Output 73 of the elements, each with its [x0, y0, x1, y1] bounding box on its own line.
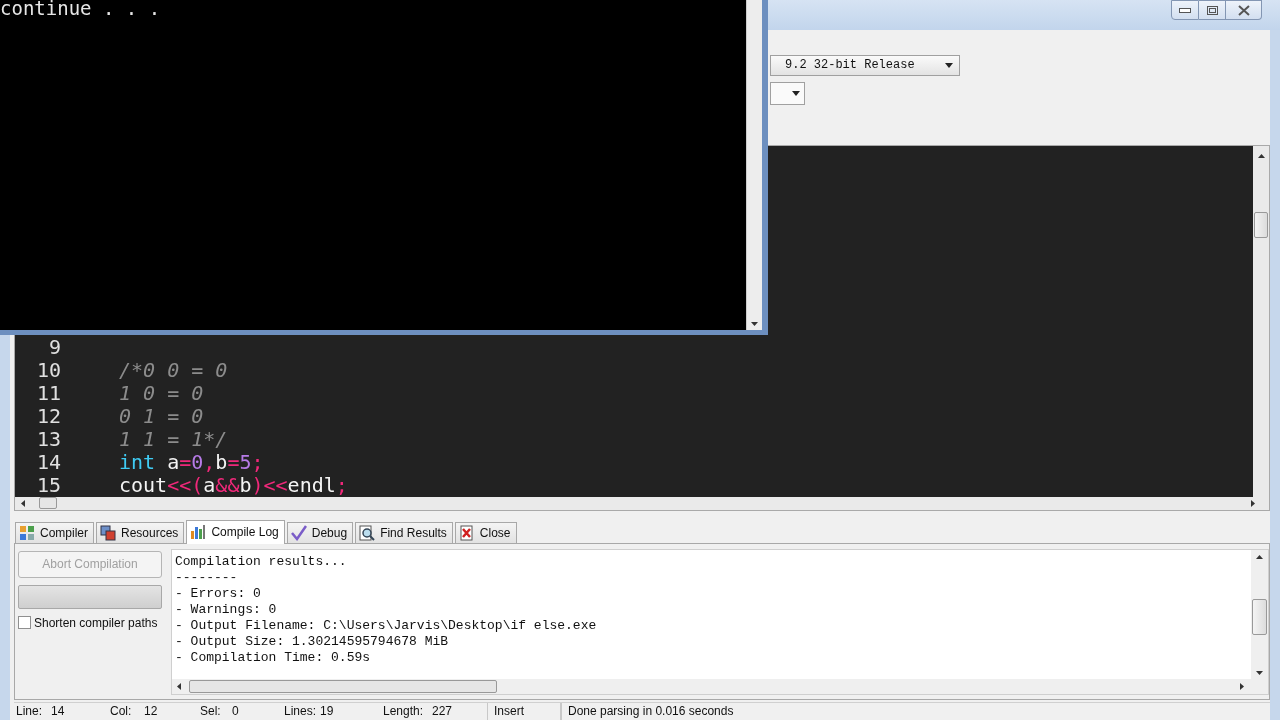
panel-tab[interactable]: Compiler	[15, 521, 94, 543]
panel-tab[interactable]: Resources	[96, 521, 185, 543]
status-value: 19	[320, 704, 334, 719]
down-arrow-icon	[751, 322, 758, 326]
code-line: 1 0 = 0	[119, 381, 204, 405]
status-value: 227	[432, 704, 453, 719]
panel-tab[interactable]: Find Results	[355, 521, 453, 543]
scrollbar[interactable]	[1251, 549, 1268, 679]
scroll-thumb[interactable]	[1254, 211, 1268, 238]
bar-chart-icon	[190, 524, 207, 541]
scrollbar[interactable]	[1253, 145, 1269, 497]
log-line: - Compilation Time: 0.59s	[175, 649, 371, 666]
code-line: 1 1 = 1*/	[119, 427, 228, 451]
code-line: 0 1 = 0	[119, 404, 204, 428]
log-line: --------	[175, 569, 238, 586]
caret-icon	[945, 62, 953, 68]
status-text: Done parsing in 0.016 seconds	[568, 704, 734, 719]
panel-tab[interactable]: Close	[454, 521, 517, 543]
code-line: int a=0,b=5;	[119, 450, 264, 474]
up-arrow-icon	[1257, 153, 1265, 158]
status-label: Line:	[16, 704, 44, 719]
up-arrow-icon	[1256, 554, 1263, 559]
status-label: Lines:	[284, 704, 318, 719]
grid-icon	[19, 524, 35, 541]
status-text: Insert	[494, 704, 524, 719]
status-value: 0	[232, 704, 239, 719]
scroll-thumb[interactable]	[1252, 598, 1267, 635]
line-number: 11	[35, 381, 62, 405]
squares-icon	[100, 524, 116, 541]
caret-icon	[792, 90, 800, 96]
compiler-select[interactable]: 9.2 32-bit Release	[770, 54, 960, 76]
code-line: /*0 0 = 0	[119, 358, 228, 382]
status-value: 12	[144, 704, 158, 719]
log-line: - Warnings: 0	[175, 601, 277, 618]
close-button[interactable]	[1226, 0, 1262, 20]
line-number: 9	[47, 335, 62, 359]
magnifier-icon	[359, 524, 376, 541]
down-arrow-icon	[1256, 670, 1263, 675]
line-number: 13	[35, 427, 62, 451]
close-icon	[1237, 4, 1250, 16]
panel-tab[interactable]: Compile Log	[186, 519, 285, 544]
minimize-button[interactable]	[1171, 0, 1199, 20]
dropdown[interactable]	[770, 81, 805, 105]
line-number: 14	[35, 450, 62, 474]
console-text: continue . . .	[0, 0, 162, 18]
left-arrow-icon	[21, 499, 25, 507]
scrollbar[interactable]	[746, 0, 762, 330]
right-arrow-icon	[1240, 682, 1244, 690]
minimize-icon	[1179, 7, 1191, 13]
log-line: - Output Size: 1.30214595794678 MiB	[175, 633, 449, 650]
line-number: 10	[35, 358, 62, 382]
line-number: 12	[35, 404, 62, 428]
panel-tab[interactable]: Debug	[286, 521, 354, 543]
maximize-button[interactable]	[1199, 0, 1226, 20]
scrollbar[interactable]	[172, 678, 1268, 694]
left-arrow-icon	[177, 682, 181, 690]
log-line: - Output Filename: C:\Users\Jarvis\Desktop\if else.exe	[175, 617, 597, 634]
line-number: 15	[35, 473, 62, 497]
status-label: Sel:	[200, 704, 222, 719]
log-line: - Errors: 0	[175, 585, 261, 602]
status-label: Col:	[110, 704, 133, 719]
checkbox[interactable]	[18, 616, 31, 630]
status-label: Length:	[383, 704, 425, 719]
log-line: Compilation results...	[175, 553, 347, 570]
close-document-icon	[458, 524, 475, 541]
checkmark-icon	[290, 524, 307, 541]
right-arrow-icon	[1251, 499, 1255, 507]
status-value: 14	[51, 704, 65, 719]
scroll-thumb[interactable]	[189, 679, 497, 693]
maximize-icon	[1206, 5, 1218, 15]
checkbox-label: Shorten compiler paths	[34, 615, 158, 630]
scroll-thumb[interactable]	[39, 497, 57, 510]
code-line: cout<<(a&&b)<<endl;	[119, 473, 348, 497]
